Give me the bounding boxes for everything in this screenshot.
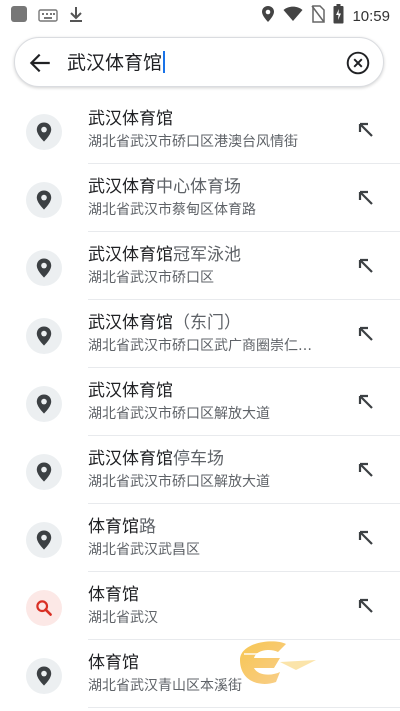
result-address: 湖北省武汉市硚口区解放大道	[88, 406, 270, 422]
place-pin-icon	[26, 658, 62, 694]
status-bar: 10:59	[0, 0, 400, 28]
status-bar-left	[10, 5, 84, 27]
result-row[interactable]: 武汉体育馆湖北省武汉市硚口区解放大道	[0, 368, 400, 436]
result-row[interactable]: 体育馆湖北省武汉青山区本溪街	[0, 640, 400, 708]
result-row[interactable]: 武汉体育馆湖北省武汉市硚口区港澳台风情街	[0, 96, 400, 164]
watermark-logo	[234, 630, 318, 690]
fill-query-arrow-icon[interactable]	[356, 460, 376, 480]
result-title: 武汉体育馆冠军泳池	[88, 244, 241, 266]
fill-query-arrow-icon[interactable]	[356, 188, 376, 208]
result-row[interactable]: 武汉体育馆冠军泳池湖北省武汉市硚口区	[0, 232, 400, 300]
result-title-match: 体育馆	[88, 517, 139, 537]
arrow-left-icon[interactable]	[27, 50, 53, 76]
download-icon	[68, 5, 84, 27]
fill-query-arrow-icon[interactable]	[356, 392, 376, 412]
result-title: 武汉体育馆停车场	[88, 448, 224, 470]
result-row[interactable]: 体育馆路湖北省武汉武昌区	[0, 504, 400, 572]
result-title: 体育馆	[88, 584, 139, 606]
result-address: 湖北省武汉武昌区	[88, 542, 200, 558]
result-title-match: 体育馆	[88, 653, 139, 673]
result-address: 湖北省武汉市硚口区武广商圈崇仁…	[88, 338, 312, 354]
result-title-rest: 中心体育场	[156, 177, 241, 197]
result-address: 湖北省武汉市硚口区港澳台风情街	[88, 134, 298, 150]
fill-query-arrow-icon[interactable]	[356, 528, 376, 548]
result-address: 湖北省武汉青山区本溪街	[88, 678, 242, 694]
result-title-match: 武汉体育馆	[88, 109, 173, 129]
result-title-rest: 路	[139, 517, 156, 537]
battery-charging-icon	[333, 4, 344, 28]
keyboard-icon	[38, 7, 58, 26]
result-title-match: 武汉体育馆	[88, 245, 173, 265]
fill-query-arrow-icon[interactable]	[356, 324, 376, 344]
result-row[interactable]: 武汉体育中心体育场湖北省武汉市蔡甸区体育路	[0, 164, 400, 232]
status-bar-right: 10:59	[261, 4, 390, 28]
fill-query-arrow-icon[interactable]	[356, 120, 376, 140]
search-query: 武汉体育馆	[67, 52, 163, 74]
result-title-rest: 停车场	[173, 449, 224, 469]
place-pin-icon	[26, 522, 62, 558]
result-row[interactable]: 体育馆 湖北省武汉	[0, 572, 400, 640]
results-list: 武汉体育馆 湖北省武汉市硚口区港澳台风情街 武汉体育中心体育场 湖北省武汉市蔡甸区体育…	[0, 96, 400, 708]
location-icon	[261, 5, 275, 27]
result-title-match: 武汉体育	[88, 177, 156, 197]
no-sim-icon	[311, 5, 326, 27]
fill-query-arrow-icon[interactable]	[356, 596, 376, 616]
result-row[interactable]: 武汉体育馆（东门） 湖北省武汉市硚口区武广商圈崇仁…	[0, 300, 400, 368]
result-address: 湖北省武汉市蔡甸区体育路	[88, 202, 256, 218]
result-title-match: 武汉体育馆	[88, 449, 173, 469]
place-pin-icon	[26, 386, 62, 422]
result-address: 湖北省武汉市硚口区解放大道	[88, 474, 270, 490]
result-address: 湖北省武汉市硚口区	[88, 270, 214, 286]
result-title-rest: （东门）	[173, 313, 241, 333]
place-pin-icon	[26, 454, 62, 490]
result-title-match: 武汉体育馆	[88, 313, 173, 333]
result-title: 武汉体育中心体育场	[88, 176, 241, 198]
result-title-rest: 冠军泳池	[173, 245, 241, 265]
clear-circle-icon[interactable]	[345, 50, 371, 76]
place-pin-icon	[26, 114, 62, 150]
result-title: 体育馆路	[88, 516, 156, 538]
result-title: 体育馆	[88, 652, 139, 674]
row-divider	[88, 707, 400, 708]
result-title-match: 武汉体育馆	[88, 381, 173, 401]
search-icon	[26, 590, 62, 626]
status-time: 10:59	[352, 7, 390, 25]
search-bar[interactable]: 武汉体育馆	[14, 37, 384, 87]
place-pin-icon	[26, 250, 62, 286]
result-title-match: 体育馆	[88, 585, 139, 605]
result-row[interactable]: 武汉体育馆停车场湖北省武汉市硚口区解放大道	[0, 436, 400, 504]
result-address: 湖北省武汉	[88, 610, 158, 626]
text-cursor	[163, 51, 166, 73]
result-title: 武汉体育馆（东门）	[88, 312, 241, 334]
fill-query-arrow-icon[interactable]	[356, 256, 376, 276]
place-pin-icon	[26, 182, 62, 218]
place-pin-icon	[26, 318, 62, 354]
result-title: 武汉体育馆	[88, 380, 173, 402]
search-input[interactable]: 武汉体育馆	[67, 50, 166, 76]
wifi-icon	[283, 6, 303, 26]
result-title: 武汉体育馆	[88, 108, 173, 130]
app-square-icon	[10, 5, 28, 27]
